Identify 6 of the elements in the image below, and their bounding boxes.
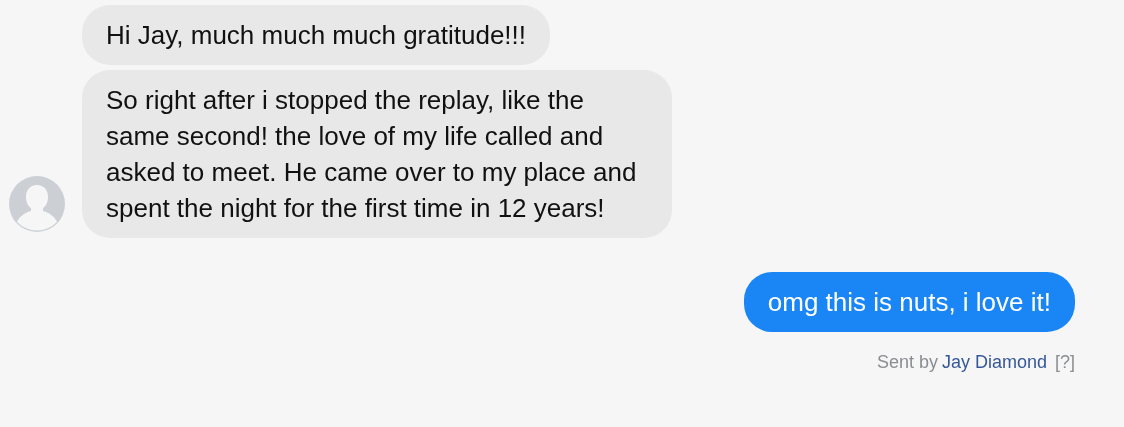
message-bubble: So right after i stopped the replay, like the same second! the love of my life called and asked to meet. He came over to my place and spent the night for the first time in 12 years! bbox=[82, 70, 672, 238]
sent-by-label: Sent by bbox=[876, 351, 938, 374]
message-bubble: omg this is nuts, i love it! bbox=[743, 272, 1075, 332]
avatar-icon bbox=[9, 176, 65, 232]
sender-link[interactable]: Jay Diamond bbox=[941, 349, 1047, 376]
message-bubble: Hi Jay, much much much gratitude!!! bbox=[82, 5, 550, 65]
